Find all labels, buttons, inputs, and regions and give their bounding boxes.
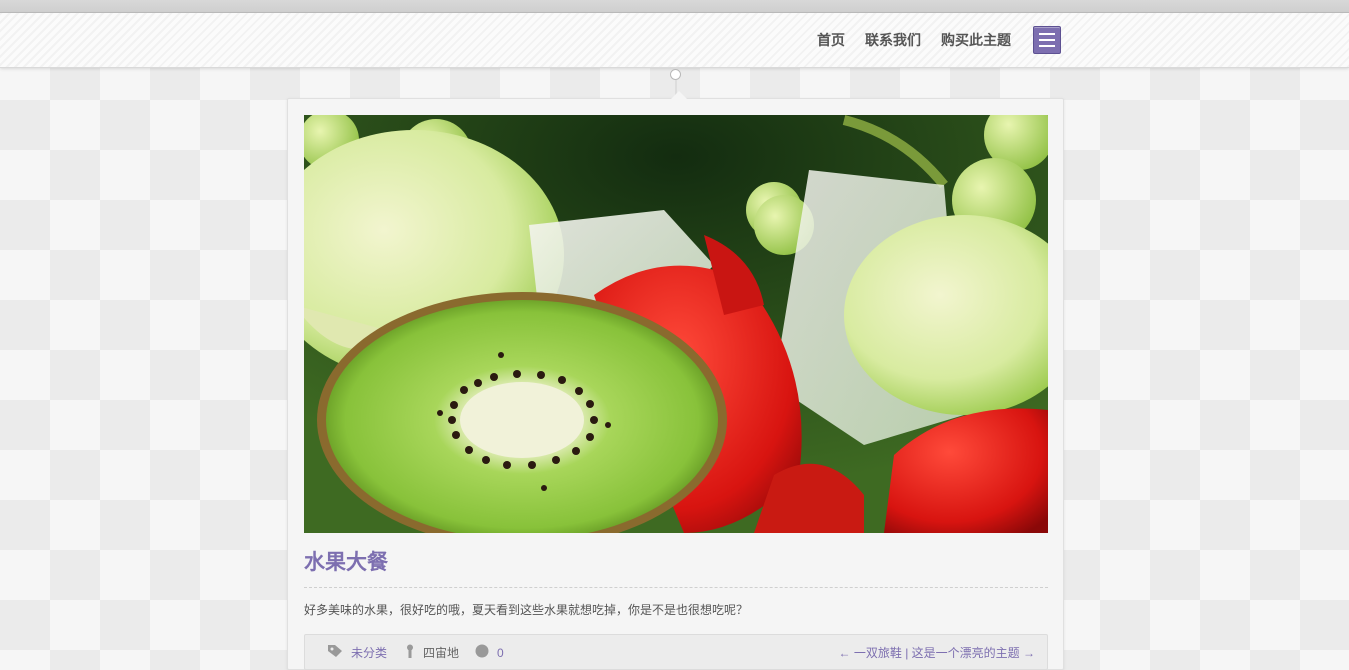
post-meta-bar: 未分类 四宙地 0 ← 一双旅鞋 | 这是一个漂亮的主题 → (304, 634, 1048, 670)
post-title[interactable]: 水果大餐 (304, 546, 388, 576)
next-post-link[interactable]: 这是一个漂亮的主题 → (912, 646, 1035, 660)
nav-item-contact[interactable]: 联系我们 (865, 30, 921, 50)
title-divider (304, 587, 1048, 588)
menu-bar (1039, 45, 1055, 47)
site-header: 首页 联系我们 购买此主题 (0, 13, 1349, 68)
post-nav-separator: | (905, 646, 909, 660)
main-nav: 首页 联系我们 购买此主题 (817, 13, 1011, 67)
post-card: 水果大餐 好多美味的水果，很好吃的哦，夏天看到这些水果就想吃掉，你是不是也很想吃… (287, 91, 1064, 670)
post-featured-image[interactable] (304, 115, 1048, 533)
menu-bar (1039, 33, 1055, 35)
browser-top-strip (0, 0, 1349, 13)
nav-item-home[interactable]: 首页 (817, 30, 845, 50)
timeline-dot (670, 69, 681, 80)
fruit-image (304, 115, 1048, 533)
hamburger-menu-icon[interactable] (1033, 26, 1061, 54)
menu-bar (1039, 39, 1055, 41)
post-excerpt: 好多美味的水果，很好吃的哦，夏天看到这些水果就想吃掉，你是不是也很想吃呢？ (304, 603, 749, 617)
nav-item-buy-theme[interactable]: 购买此主题 (941, 30, 1011, 50)
prev-post-link[interactable]: ← 一双旅鞋 (839, 646, 902, 660)
